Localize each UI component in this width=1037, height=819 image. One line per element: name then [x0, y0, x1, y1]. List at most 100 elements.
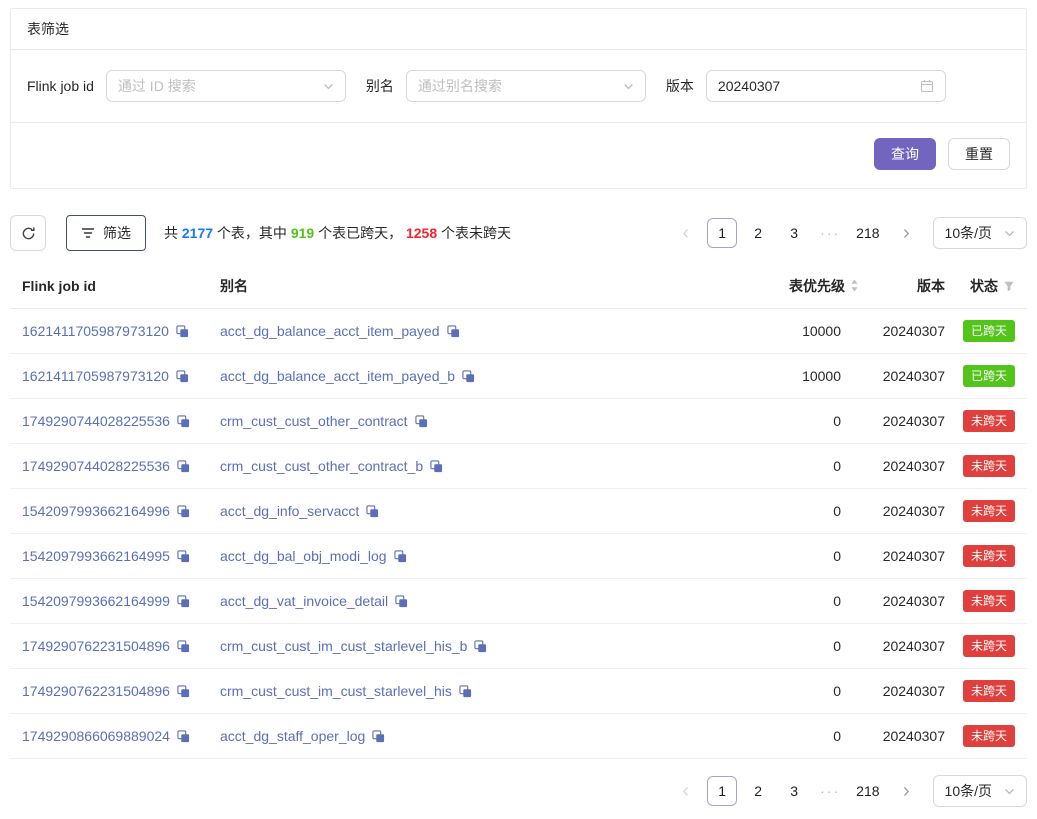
refresh-button[interactable]	[10, 215, 46, 251]
filter-toggle-label: 筛选	[103, 223, 131, 243]
alias-link[interactable]: crm_cust_cust_im_cust_starlevel_his_b	[220, 638, 467, 654]
summary-text: 共	[164, 225, 182, 241]
flink-job-id-select[interactable]: 通过 ID 搜索	[106, 70, 346, 102]
page-button-3[interactable]: 3	[779, 776, 809, 806]
filter-toggle-button[interactable]: 筛选	[66, 215, 146, 251]
filter-funnel-icon[interactable]	[1003, 280, 1015, 292]
copy-icon[interactable]	[447, 325, 460, 338]
alias-link[interactable]: acct_dg_vat_invoice_detail	[220, 593, 388, 609]
column-header-alias: 别名	[220, 276, 689, 296]
column-header-status-label: 状态	[970, 276, 998, 296]
copy-icon[interactable]	[372, 730, 385, 743]
version-cell: 20240307	[859, 503, 945, 519]
copy-icon[interactable]	[177, 730, 190, 743]
chevron-down-icon	[1004, 786, 1015, 797]
column-header-status[interactable]: 状态	[945, 276, 1015, 296]
version-cell: 20240307	[859, 413, 945, 429]
page-button-2[interactable]: 2	[743, 218, 773, 248]
copy-icon[interactable]	[177, 460, 190, 473]
priority-cell: 0	[689, 548, 859, 564]
copy-icon[interactable]	[177, 550, 190, 563]
copy-icon[interactable]	[176, 370, 189, 383]
copy-icon[interactable]	[177, 415, 190, 428]
version-label: 版本	[666, 76, 694, 96]
copy-icon[interactable]	[176, 325, 189, 338]
alias-select[interactable]: 通过别名搜索	[406, 70, 646, 102]
flink-job-id-link[interactable]: 1749290762231504896	[22, 638, 170, 654]
copy-icon[interactable]	[474, 640, 487, 653]
next-page-button[interactable]	[891, 218, 921, 248]
page-button-3[interactable]: 3	[779, 218, 809, 248]
alias-link[interactable]: crm_cust_cust_other_contract	[220, 413, 408, 429]
sort-icon[interactable]	[850, 279, 859, 292]
alias-link[interactable]: crm_cust_cust_other_contract_b	[220, 458, 423, 474]
column-header-priority[interactable]: 表优先级	[689, 276, 859, 296]
version-date-input[interactable]: 20240307	[706, 70, 946, 102]
refresh-icon	[21, 226, 36, 241]
flink-job-id-link[interactable]: 1542097993662164999	[22, 593, 170, 609]
copy-icon[interactable]	[430, 460, 443, 473]
page-size-select[interactable]: 10条/页	[933, 217, 1027, 249]
page-size-value: 10条/页	[945, 223, 992, 243]
flink-job-id-link[interactable]: 1749290866069889024	[22, 728, 170, 744]
alias-link[interactable]: acct_dg_info_servacct	[220, 503, 359, 519]
reset-button[interactable]: 重置	[948, 138, 1010, 170]
alias-link[interactable]: acct_dg_balance_acct_item_payed	[220, 323, 440, 339]
copy-icon[interactable]	[177, 595, 190, 608]
flink-job-id-link[interactable]: 1542097993662164996	[22, 503, 170, 519]
prev-page-button[interactable]	[671, 218, 701, 248]
copy-icon[interactable]	[415, 415, 428, 428]
jump-next-pages[interactable]: ···	[815, 218, 845, 248]
pagination-bottom: 123···218 10条/页	[671, 775, 1027, 807]
table-row: 1749290762231504896 crm_cust_cust_im_cus…	[10, 669, 1027, 714]
copy-icon[interactable]	[177, 505, 190, 518]
copy-icon[interactable]	[395, 595, 408, 608]
alias-link[interactable]: acct_dg_staff_oper_log	[220, 728, 365, 744]
table-row: 1542097993662164995 acct_dg_bal_obj_modi…	[10, 534, 1027, 579]
filter-panel: 表筛选 Flink job id 通过 ID 搜索 别名 通过别名搜索 版本 2…	[10, 8, 1027, 189]
column-header-version: 版本	[859, 276, 945, 296]
copy-icon[interactable]	[459, 685, 472, 698]
flink-job-id-link[interactable]: 1749290744028225536	[22, 413, 170, 429]
status-badge: 未跨天	[963, 545, 1015, 567]
alias-link[interactable]: acct_dg_balance_acct_item_payed_b	[220, 368, 455, 384]
page-size-value: 10条/页	[945, 781, 992, 801]
page: 表筛选 Flink job id 通过 ID 搜索 别名 通过别名搜索 版本 2…	[0, 0, 1037, 819]
flink-job-id-link[interactable]: 1749290762231504896	[22, 683, 170, 699]
status-badge: 未跨天	[963, 500, 1015, 522]
version-cell: 20240307	[859, 548, 945, 564]
copy-icon[interactable]	[462, 370, 475, 383]
page-button-1[interactable]: 1	[707, 218, 737, 248]
copy-icon[interactable]	[366, 505, 379, 518]
page-button-2[interactable]: 2	[743, 776, 773, 806]
status-badge: 已跨天	[963, 320, 1015, 342]
page-button-218[interactable]: 218	[851, 218, 884, 248]
copy-icon[interactable]	[177, 685, 190, 698]
flink-job-id-link[interactable]: 1621411705987973120	[22, 368, 169, 384]
jump-next-pages[interactable]: ···	[815, 776, 845, 806]
status-badge: 未跨天	[963, 635, 1015, 657]
page-button-1[interactable]: 1	[707, 776, 737, 806]
summary-count-blue: 2177	[182, 225, 213, 241]
version-cell: 20240307	[859, 728, 945, 744]
flink-job-id-link[interactable]: 1749290744028225536	[22, 458, 170, 474]
status-badge: 未跨天	[963, 410, 1015, 432]
prev-page-button[interactable]	[671, 776, 701, 806]
alias-link[interactable]: crm_cust_cust_im_cust_starlevel_his	[220, 683, 452, 699]
copy-icon[interactable]	[394, 550, 407, 563]
table-row: 1749290866069889024 acct_dg_staff_oper_l…	[10, 714, 1027, 759]
page-button-218[interactable]: 218	[851, 776, 884, 806]
copy-icon[interactable]	[177, 640, 190, 653]
table-row: 1749290744028225536 crm_cust_cust_other_…	[10, 399, 1027, 444]
page-size-select[interactable]: 10条/页	[933, 775, 1027, 807]
alias-link[interactable]: acct_dg_bal_obj_modi_log	[220, 548, 387, 564]
next-page-button[interactable]	[891, 776, 921, 806]
flink-job-id-link[interactable]: 1621411705987973120	[22, 323, 169, 339]
query-button[interactable]: 查询	[874, 138, 936, 170]
alias-placeholder: 通过别名搜索	[418, 76, 502, 96]
actions-row: 查询 重置	[11, 123, 1026, 188]
status-badge: 未跨天	[963, 680, 1015, 702]
priority-cell: 0	[689, 638, 859, 654]
flink-job-id-link[interactable]: 1542097993662164995	[22, 548, 170, 564]
table-row: 1749290762231504896 crm_cust_cust_im_cus…	[10, 624, 1027, 669]
